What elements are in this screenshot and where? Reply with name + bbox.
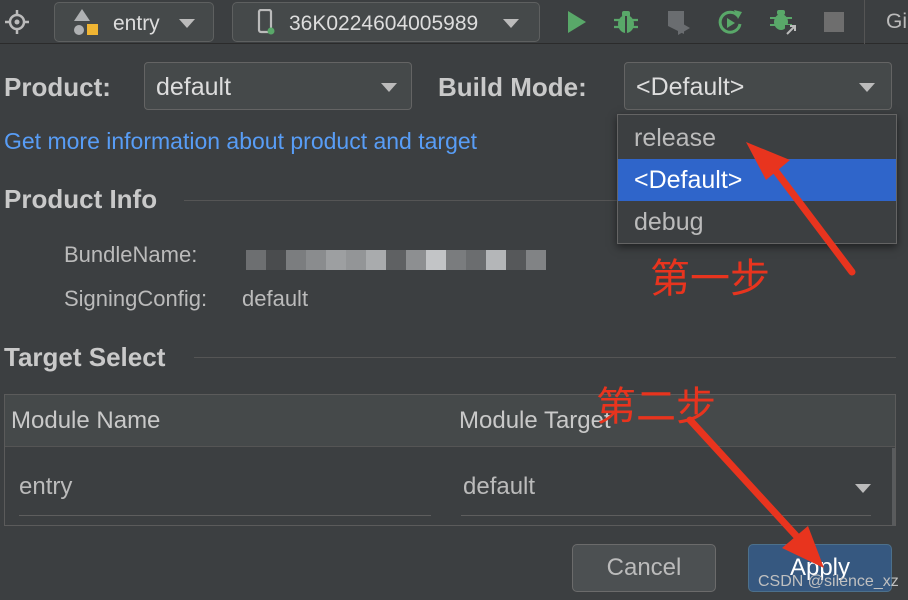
chevron-down-icon xyxy=(855,484,871,493)
cancel-button[interactable]: Cancel xyxy=(572,544,716,592)
vcs-label[interactable]: Gi xyxy=(886,10,907,34)
run-icon[interactable] xyxy=(560,6,592,38)
signing-config-value: default xyxy=(242,286,309,311)
section-divider xyxy=(184,200,624,201)
build-mode-label: Build Mode: xyxy=(438,72,587,102)
module-shapes-icon xyxy=(71,7,101,44)
device-combo[interactable]: 36K0224604005989 xyxy=(232,2,540,42)
build-mode-select-value: <Default> xyxy=(636,73,745,101)
rerun-icon[interactable] xyxy=(714,6,746,38)
watermark: CSDN @silence_xz xyxy=(758,573,899,590)
dropdown-option-debug[interactable]: debug xyxy=(618,201,896,243)
device-combo-text: 36K0224604005989 xyxy=(289,12,479,35)
bundle-name-redacted xyxy=(246,250,546,270)
signing-config-label: SigningConfig: xyxy=(64,286,208,311)
module-name-cell[interactable]: entry xyxy=(19,473,72,501)
cell-underline xyxy=(19,515,431,516)
stop-icon[interactable] xyxy=(820,6,848,38)
column-header-module-name[interactable]: Module Name xyxy=(11,407,160,435)
section-divider xyxy=(194,357,896,358)
debug-bug-icon[interactable] xyxy=(610,6,642,38)
dropdown-option-release[interactable]: release xyxy=(618,117,896,159)
product-info-title: Product Info xyxy=(4,184,158,214)
run-toolbar: entry 36K0224604005989 Gi xyxy=(0,0,908,44)
module-combo[interactable]: entry xyxy=(54,2,214,42)
chevron-down-icon xyxy=(381,83,397,92)
product-select-value: default xyxy=(156,73,232,101)
product-label: Product: xyxy=(4,72,111,102)
target-table: Module Name Module Target entry default xyxy=(4,394,896,526)
chevron-down-icon xyxy=(179,19,195,28)
attach-debugger-icon[interactable] xyxy=(766,6,800,38)
dropdown-option-default[interactable]: <Default> xyxy=(618,159,896,201)
table-scrollbar[interactable] xyxy=(892,448,895,526)
module-target-value: default xyxy=(463,473,536,500)
cell-underline xyxy=(461,515,871,516)
column-header-module-target[interactable]: Module Target xyxy=(459,407,611,435)
bundle-name-label: BundleName: xyxy=(64,242,198,267)
toolbar-separator xyxy=(864,0,865,44)
annotation-step-two: 第二步 xyxy=(596,384,716,430)
product-target-info-link[interactable]: Get more information about product and t… xyxy=(4,128,477,155)
target-select-title: Target Select xyxy=(4,342,166,372)
build-mode-dropdown: release <Default> debug xyxy=(617,114,897,244)
profiler-icon[interactable] xyxy=(662,6,694,38)
build-mode-select[interactable]: <Default> xyxy=(624,62,892,110)
device-phone-icon xyxy=(255,8,281,42)
chevron-down-icon xyxy=(859,83,875,92)
product-select[interactable]: default xyxy=(144,62,412,110)
table-header: Module Name Module Target xyxy=(5,395,895,447)
annotation-step-one: 第一步 xyxy=(650,256,770,302)
module-combo-text: entry xyxy=(113,12,160,35)
target-icon[interactable] xyxy=(2,6,32,38)
chevron-down-icon xyxy=(503,19,519,28)
